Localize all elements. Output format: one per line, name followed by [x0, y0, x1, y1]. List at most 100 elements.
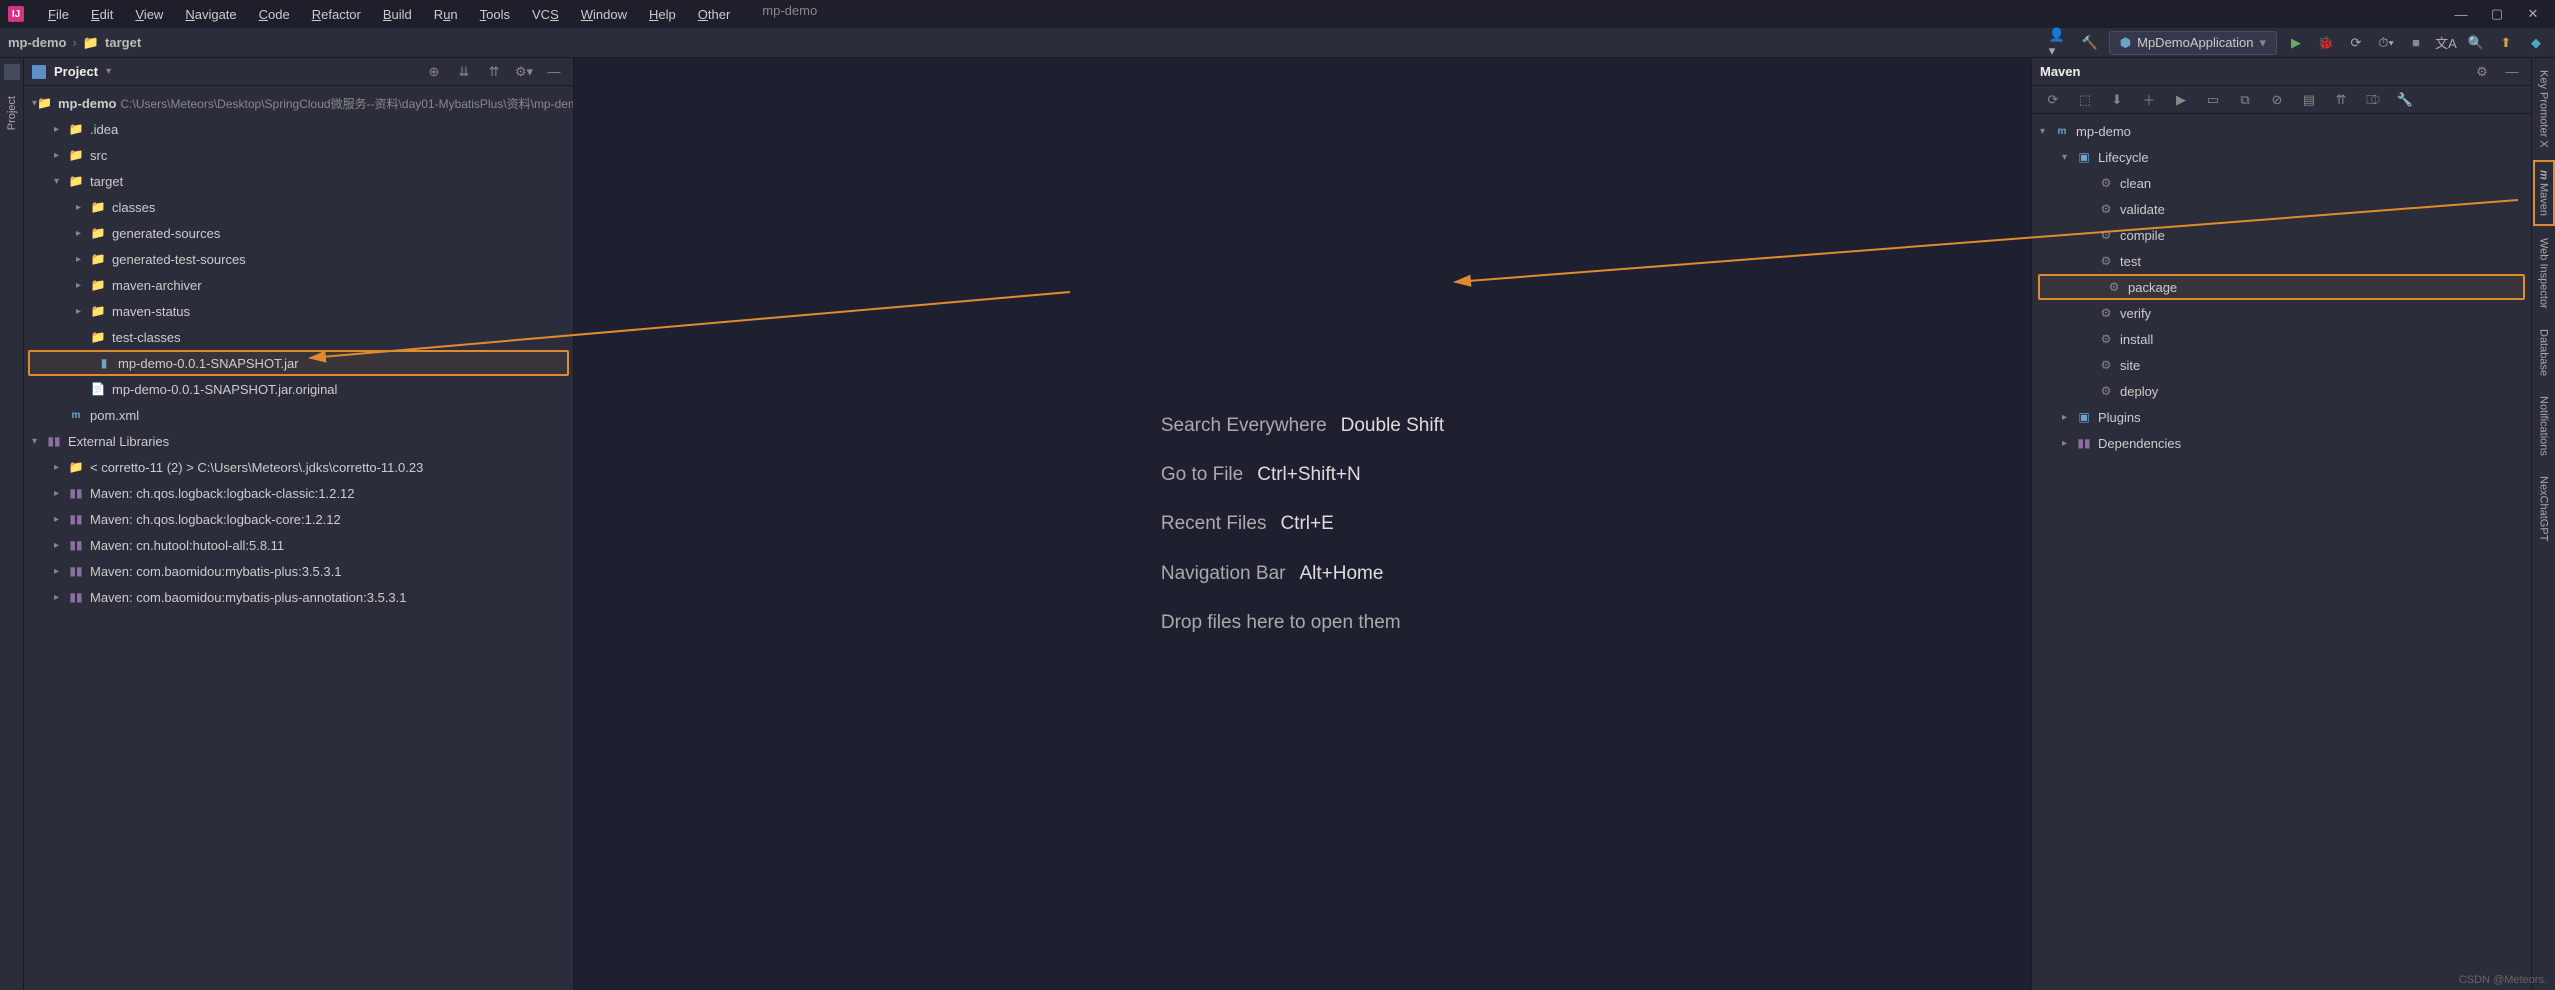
- tree-m3[interactable]: ▸▮▮Maven: cn.hutool:hutool-all:5.8.11: [24, 532, 573, 558]
- maven-deps[interactable]: ▸▮▮Dependencies: [2032, 430, 2531, 456]
- maven-goal-deploy[interactable]: ⚙deploy: [2032, 378, 2531, 404]
- download-icon[interactable]: ⬇: [2106, 89, 2128, 111]
- maven-lifecycle[interactable]: ▾▣Lifecycle: [2032, 144, 2531, 170]
- maven-goal-test[interactable]: ⚙test: [2032, 248, 2531, 274]
- menu-build[interactable]: Build: [373, 3, 422, 26]
- wrench-icon[interactable]: 🔧: [2394, 89, 2416, 111]
- reload-icon[interactable]: ⟳: [2042, 89, 2064, 111]
- stop-button[interactable]: ■: [2405, 32, 2427, 54]
- settings-icon[interactable]: ⚙▾: [513, 61, 535, 83]
- editor-area[interactable]: Search EverywhereDouble Shift Go to File…: [574, 58, 2031, 990]
- maven-run-icon[interactable]: ▶: [2170, 89, 2192, 111]
- execute-icon[interactable]: ▭: [2202, 89, 2224, 111]
- sync-icon[interactable]: ⬆: [2495, 32, 2517, 54]
- tree-mavenstatus[interactable]: ▸📁maven-status: [24, 298, 573, 324]
- project-tab-icon[interactable]: [4, 64, 20, 80]
- maven-goal-package[interactable]: ⚙package: [2038, 274, 2525, 300]
- close-button[interactable]: ✕: [2519, 4, 2547, 24]
- breadcrumb-target[interactable]: target: [105, 35, 141, 50]
- run-config-selector[interactable]: ⬢ MpDemoApplication ▾: [2109, 31, 2277, 55]
- menu-window[interactable]: Window: [571, 3, 637, 26]
- tree-idea[interactable]: ▸📁.idea: [24, 116, 573, 142]
- menu-refactor[interactable]: Refactor: [302, 3, 371, 26]
- menu-code[interactable]: Code: [249, 3, 300, 26]
- tree-jarorig[interactable]: 📄mp-demo-0.0.1-SNAPSHOT.jar.original: [24, 376, 573, 402]
- tree-pom[interactable]: mpom.xml: [24, 402, 573, 428]
- menu-file[interactable]: File: [38, 3, 79, 26]
- tree-m2[interactable]: ▸▮▮Maven: ch.qos.logback:logback-core:1.…: [24, 506, 573, 532]
- menu-help[interactable]: Help: [639, 3, 686, 26]
- tree-root[interactable]: ▾📁mp-demoC:\Users\Meteors\Desktop\Spring…: [24, 90, 573, 116]
- project-view-icon: [32, 65, 46, 79]
- project-tree[interactable]: ▾📁mp-demoC:\Users\Meteors\Desktop\Spring…: [24, 86, 573, 990]
- tree-m1[interactable]: ▸▮▮Maven: ch.qos.logback:logback-classic…: [24, 480, 573, 506]
- expand-all-icon[interactable]: ⇊: [453, 61, 475, 83]
- minimize-button[interactable]: —: [2447, 4, 2475, 24]
- tree-m4[interactable]: ▸▮▮Maven: com.baomidou:mybatis-plus:3.5.…: [24, 558, 573, 584]
- tree-target[interactable]: ▾📁target: [24, 168, 573, 194]
- project-tab[interactable]: Project: [3, 88, 21, 138]
- add-icon[interactable]: ＋: [2138, 89, 2160, 111]
- rail-keypromoter[interactable]: Key Promoter X: [2535, 62, 2553, 156]
- dropdown-icon[interactable]: ▾: [106, 66, 111, 77]
- watermark: CSDN @Meteors.: [2459, 974, 2547, 986]
- rail-maven[interactable]: mMaven: [2533, 160, 2555, 227]
- maven-root[interactable]: ▾mmp-demo: [2032, 118, 2531, 144]
- menu-view[interactable]: View: [125, 3, 173, 26]
- profiler-button[interactable]: ⏱▾: [2375, 32, 2397, 54]
- rail-notifications[interactable]: Notifications: [2535, 388, 2553, 464]
- debug-button[interactable]: 🐞: [2315, 32, 2337, 54]
- tree-classes[interactable]: ▸📁classes: [24, 194, 573, 220]
- show-deps-icon[interactable]: ▤: [2298, 89, 2320, 111]
- select-opened-icon[interactable]: ⊕: [423, 61, 445, 83]
- tree-gensources[interactable]: ▸📁generated-sources: [24, 220, 573, 246]
- menu-other[interactable]: Other: [688, 3, 741, 26]
- tree-jdk[interactable]: ▸📁< corretto-11 (2) > C:\Users\Meteors\.…: [24, 454, 573, 480]
- ide-features-icon[interactable]: ◆: [2525, 32, 2547, 54]
- tree-jar[interactable]: ▮mp-demo-0.0.1-SNAPSHOT.jar: [28, 350, 569, 376]
- maven-goal-verify[interactable]: ⚙verify: [2032, 300, 2531, 326]
- build-icon[interactable]: 🔨: [2079, 32, 2101, 54]
- tree-extlib[interactable]: ▾▮▮External Libraries: [24, 428, 573, 454]
- menu-navigate[interactable]: Navigate: [175, 3, 246, 26]
- maven-panel: Maven ⚙ — ⟳ ⬚ ⬇ ＋ ▶ ▭ ⧉ ⊘ ▤ ⇈ ⎄ 🔧 ▾mmp-d…: [2031, 58, 2531, 990]
- maven-plugins[interactable]: ▸▣Plugins: [2032, 404, 2531, 430]
- maven-hide-icon[interactable]: —: [2501, 61, 2523, 83]
- maven-goal-site[interactable]: ⚙site: [2032, 352, 2531, 378]
- menu-edit[interactable]: Edit: [81, 3, 123, 26]
- user-icon[interactable]: 👤▾: [2049, 32, 2071, 54]
- generate-icon[interactable]: ⬚: [2074, 89, 2096, 111]
- run-button[interactable]: ▶: [2285, 32, 2307, 54]
- menu-vcs[interactable]: VCS: [522, 3, 569, 26]
- maven-goal-clean[interactable]: ⚙clean: [2032, 170, 2531, 196]
- search-icon[interactable]: 🔍: [2465, 32, 2487, 54]
- collapse-all-icon[interactable]: ⇈: [483, 61, 505, 83]
- maven-goal-validate[interactable]: ⚙validate: [2032, 196, 2531, 222]
- rail-database[interactable]: Database: [2535, 321, 2553, 384]
- hide-icon[interactable]: —: [543, 61, 565, 83]
- collapse-icon[interactable]: ⇈: [2330, 89, 2352, 111]
- tree-mavenarch[interactable]: ▸📁maven-archiver: [24, 272, 573, 298]
- skip-tests-icon[interactable]: ⊘: [2266, 89, 2288, 111]
- menu-run[interactable]: Run: [424, 3, 468, 26]
- maven-settings-icon[interactable]: ⚙: [2471, 61, 2493, 83]
- maven-tree[interactable]: ▾mmp-demo ▾▣Lifecycle ⚙clean ⚙validate ⚙…: [2032, 114, 2531, 990]
- rail-nexchatgpt[interactable]: NexChatGPT: [2535, 468, 2553, 549]
- tree-src[interactable]: ▸📁src: [24, 142, 573, 168]
- maven-goal-install[interactable]: ⚙install: [2032, 326, 2531, 352]
- tree-testclasses[interactable]: 📁test-classes: [24, 324, 573, 350]
- breadcrumb[interactable]: mp-demo › 📁 target: [8, 35, 141, 51]
- menu-tools[interactable]: Tools: [470, 3, 520, 26]
- title-bar: IJ File Edit View Navigate Code Refactor…: [0, 0, 2555, 28]
- tree-gentest[interactable]: ▸📁generated-test-sources: [24, 246, 573, 272]
- rail-webinspector[interactable]: Web Inspector: [2535, 230, 2553, 317]
- translate-icon[interactable]: 文A: [2435, 32, 2457, 54]
- maven-goal-compile[interactable]: ⚙compile: [2032, 222, 2531, 248]
- analyze-icon[interactable]: ⎄: [2362, 89, 2384, 111]
- project-panel-title[interactable]: Project: [54, 64, 98, 79]
- maximize-button[interactable]: ▢: [2483, 4, 2511, 24]
- breadcrumb-root[interactable]: mp-demo: [8, 35, 67, 50]
- toggle-offline-icon[interactable]: ⧉: [2234, 89, 2256, 111]
- tree-m5[interactable]: ▸▮▮Maven: com.baomidou:mybatis-plus-anno…: [24, 584, 573, 610]
- coverage-button[interactable]: ⟳: [2345, 32, 2367, 54]
